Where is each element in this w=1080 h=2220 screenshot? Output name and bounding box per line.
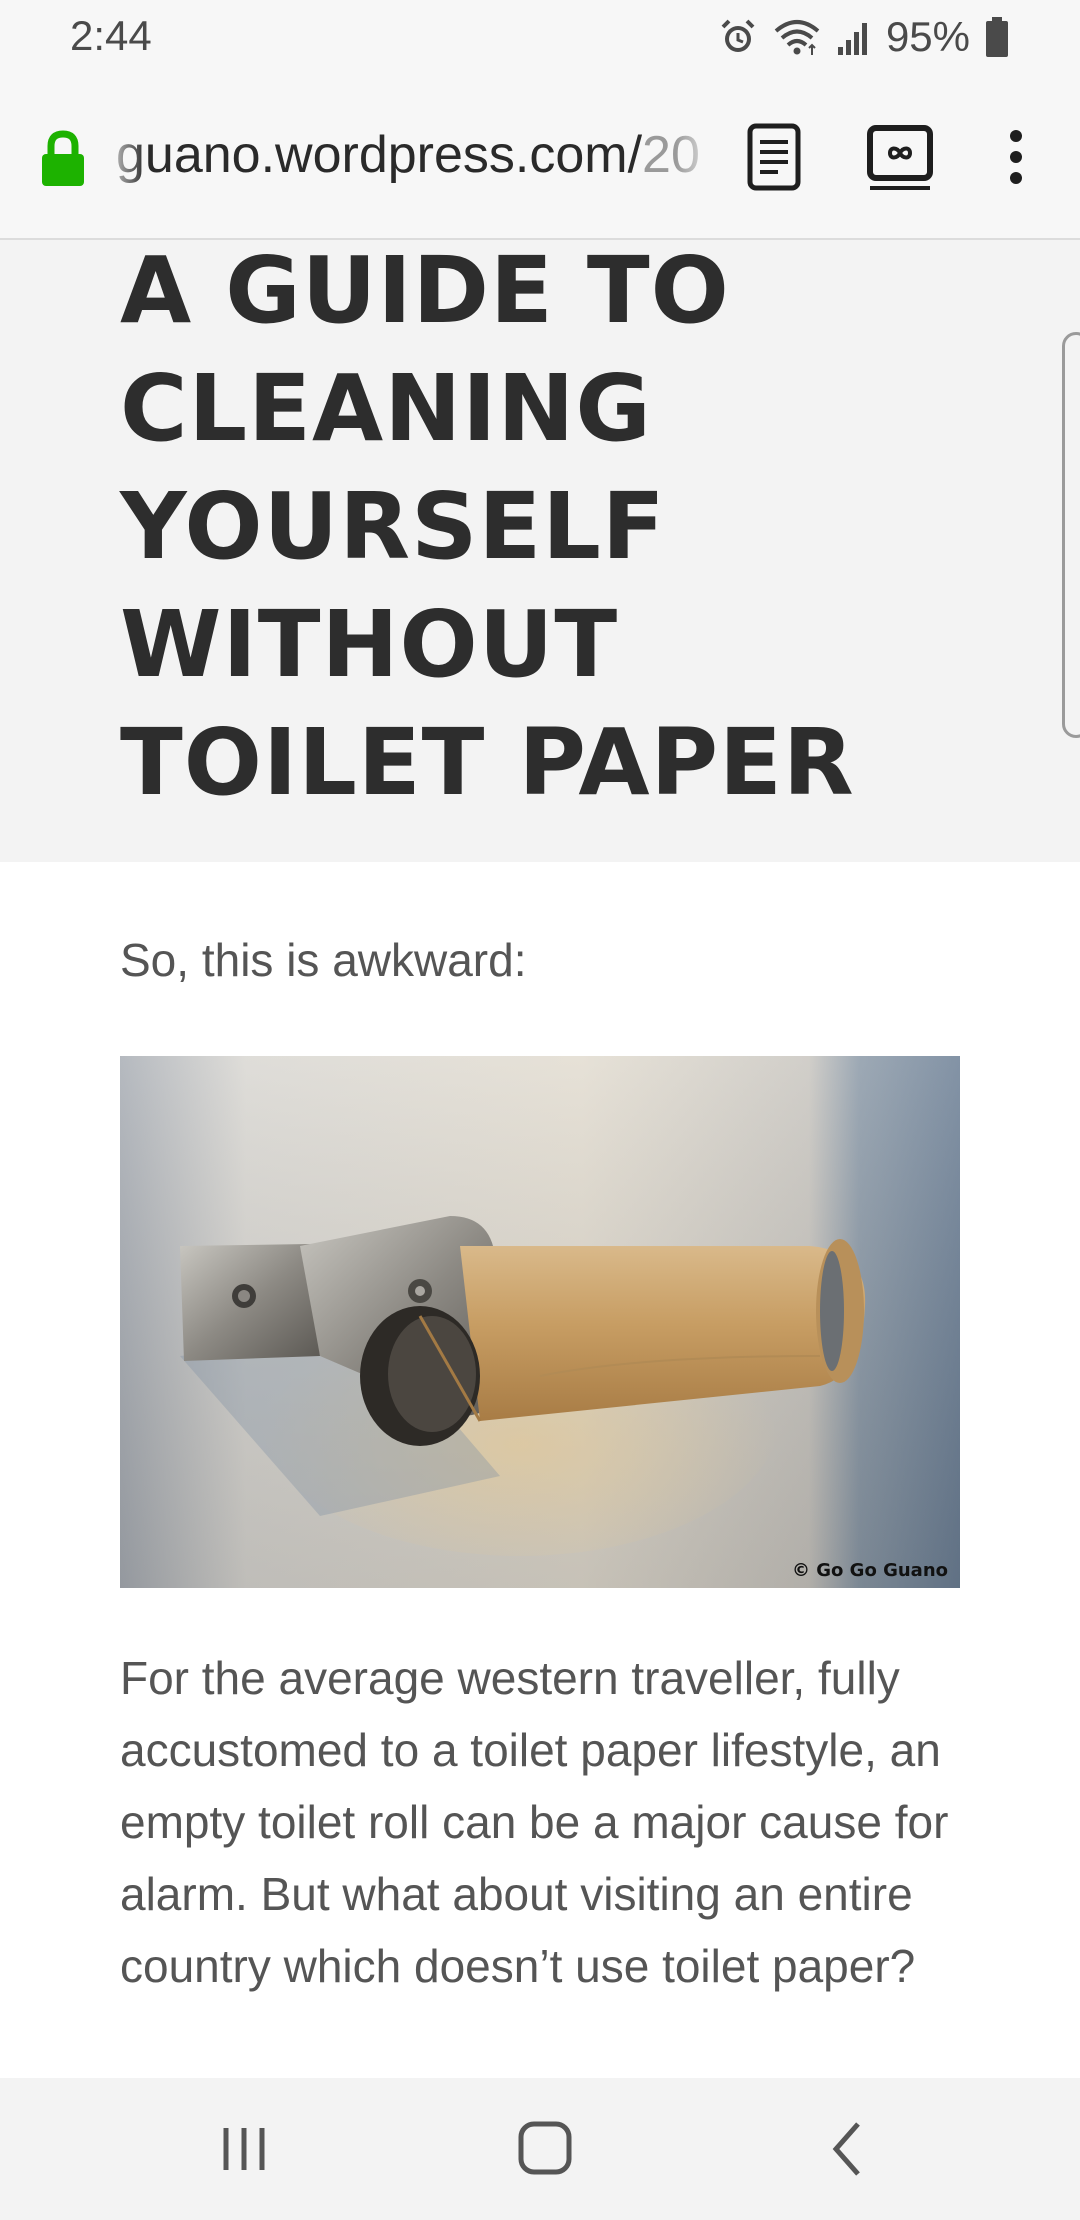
- article-title: A GUIDE TO CLEANING YOURSELF WITHOUT TOI…: [120, 240, 855, 816]
- image-watermark: © Go Go Guano: [792, 1560, 948, 1581]
- lock-icon[interactable]: [38, 128, 88, 188]
- url-domain: guano.wordpress.com/: [116, 126, 643, 184]
- recents-icon[interactable]: [204, 2114, 284, 2184]
- article-intro: So, this is awkward:: [120, 934, 527, 986]
- battery-percent: 95%: [885, 13, 970, 60]
- browser-toolbar: guano.wordpress.com/20: [0, 72, 1080, 240]
- article-body: For the average western traveller, fully…: [120, 1652, 949, 1992]
- article-image: © Go Go Guano: [120, 1056, 960, 1588]
- status-time: 2:44: [70, 12, 152, 59]
- url-path: 20: [642, 126, 700, 184]
- url-field[interactable]: guano.wordpress.com/20: [116, 120, 712, 190]
- article-content: So, this is awkward: © Go Go Guano For t…: [0, 862, 1080, 2078]
- wifi-icon: [774, 20, 820, 55]
- edge-panel-handle[interactable]: [1062, 332, 1080, 738]
- more-menu-icon[interactable]: [998, 122, 1034, 192]
- article-header: A GUIDE TO CLEANING YOURSELF WITHOUT TOI…: [0, 240, 1080, 862]
- back-icon[interactable]: [808, 2114, 888, 2184]
- home-icon[interactable]: [505, 2114, 585, 2184]
- signal-icon: [837, 23, 867, 55]
- alarm-icon: [721, 19, 755, 52]
- tabs-icon[interactable]: [866, 122, 934, 192]
- navigation-bar: [0, 2078, 1080, 2220]
- status-bar: 2:44 95%: [0, 0, 1080, 72]
- reader-mode-icon[interactable]: [744, 122, 806, 192]
- status-icons: 95%: [718, 12, 1010, 62]
- battery-icon: [986, 17, 1008, 57]
